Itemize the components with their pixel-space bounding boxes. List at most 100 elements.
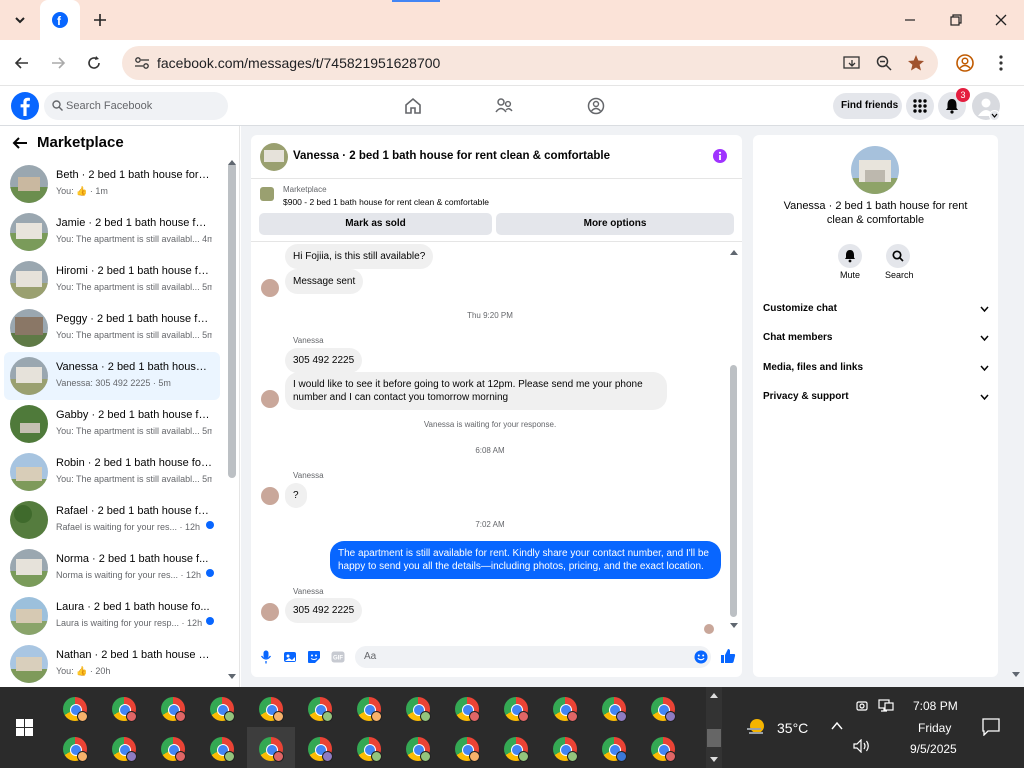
groups-icon[interactable] bbox=[587, 97, 605, 115]
profile-badge-icon bbox=[616, 751, 627, 762]
browser-menu-button[interactable] bbox=[995, 54, 1007, 72]
message-input[interactable]: Aa bbox=[355, 646, 711, 668]
marketplace-label: Marketplace bbox=[283, 185, 327, 194]
profile-badge-icon bbox=[126, 711, 137, 722]
page-scroll-down-arrow[interactable] bbox=[1012, 672, 1020, 677]
mute-label: Mute bbox=[840, 270, 861, 280]
listing-thumbnail bbox=[260, 187, 274, 201]
conversation-item[interactable]: Jamie · 2 bed 1 bath house for r... You: … bbox=[4, 208, 220, 256]
microphone-icon[interactable] bbox=[260, 650, 272, 664]
home-icon[interactable] bbox=[404, 97, 422, 115]
windows-start-icon[interactable] bbox=[16, 719, 33, 736]
conversation-item[interactable]: Beth · 2 bed 1 bath house for re... You: … bbox=[4, 160, 220, 208]
scroll-up-arrow[interactable] bbox=[228, 160, 236, 165]
zoom-icon[interactable] bbox=[876, 55, 892, 71]
more-options-button[interactable]: More options bbox=[496, 213, 734, 235]
forward-button[interactable] bbox=[50, 55, 66, 71]
scroll-up-arrow[interactable] bbox=[730, 250, 738, 255]
reload-button[interactable] bbox=[86, 55, 102, 71]
sticker-icon[interactable] bbox=[307, 650, 321, 664]
profile-button[interactable] bbox=[956, 54, 974, 72]
conversation-item[interactable]: Laura · 2 bed 1 bath house fo... Laura is… bbox=[4, 592, 220, 640]
volume-icon[interactable] bbox=[853, 739, 871, 753]
avatar bbox=[10, 405, 48, 443]
conversation-item[interactable]: Hiromi · 2 bed 1 bath house for... You: T… bbox=[4, 256, 220, 304]
menu-button[interactable] bbox=[906, 92, 934, 120]
avatar bbox=[10, 165, 48, 203]
friends-icon[interactable] bbox=[495, 97, 513, 115]
notification-center-icon[interactable] bbox=[982, 718, 1000, 736]
back-arrow-icon[interactable] bbox=[12, 136, 28, 150]
chat-avatar[interactable] bbox=[260, 143, 288, 171]
chevron-up-icon[interactable] bbox=[831, 721, 843, 731]
tab-search-button[interactable] bbox=[12, 12, 28, 28]
sender-name: Vanessa bbox=[293, 587, 324, 596]
taskbar-scroll[interactable] bbox=[706, 687, 722, 768]
network-icon[interactable] bbox=[878, 699, 894, 713]
camera-icon[interactable] bbox=[856, 699, 868, 713]
conversation-item[interactable]: Nathan · 2 bed 1 bath house fo... You: 👍 … bbox=[4, 640, 220, 687]
privacy-support-row[interactable]: Privacy & support bbox=[763, 391, 989, 411]
sender-avatar bbox=[261, 603, 279, 621]
conversation-item[interactable]: Robin · 2 bed 1 bath house for ... You: T… bbox=[4, 448, 220, 496]
conversation-name: Vanessa · 2 bed 1 bath house fo... bbox=[56, 361, 212, 373]
photo-icon[interactable] bbox=[283, 650, 297, 664]
emoji-icon[interactable] bbox=[694, 650, 708, 664]
weather-temperature[interactable]: 35°C bbox=[777, 720, 808, 736]
profile-badge-icon bbox=[175, 751, 186, 762]
search-placeholder: Search Facebook bbox=[66, 100, 153, 112]
facebook-search[interactable]: Search Facebook bbox=[44, 92, 228, 120]
windows-taskbar: 35°C 7:08 PM Friday 9/5/2025 bbox=[0, 687, 1024, 768]
scroll-down-arrow[interactable] bbox=[228, 674, 236, 679]
customize-chat-row[interactable]: Customize chat bbox=[763, 303, 989, 323]
restore-button[interactable] bbox=[948, 12, 964, 28]
profile-badge-icon bbox=[322, 751, 333, 762]
account-avatar[interactable] bbox=[972, 92, 1000, 121]
sender-avatar bbox=[261, 279, 279, 297]
like-thumb-icon[interactable] bbox=[720, 648, 736, 664]
chat-title[interactable]: Vanessa · 2 bed 1 bath house for rent cl… bbox=[293, 150, 610, 162]
unread-dot bbox=[206, 617, 214, 625]
clock-time[interactable]: 7:08 PM bbox=[913, 699, 958, 713]
kebab-menu-icon bbox=[999, 55, 1003, 71]
scroll-down-arrow[interactable] bbox=[730, 623, 738, 628]
contact-name-line: Vanessa · 2 bed 1 bath house for rent bbox=[783, 200, 968, 212]
conversation-item[interactable]: Rafael · 2 bed 1 bath house fo... Rafael … bbox=[4, 496, 220, 544]
bookmark-star-icon[interactable] bbox=[907, 54, 925, 72]
gif-icon[interactable]: GIF bbox=[331, 651, 345, 663]
conversation-item[interactable]: Peggy · 2 bed 1 bath house for ... You: T… bbox=[4, 304, 220, 352]
close-window-button[interactable] bbox=[993, 12, 1009, 28]
mark-as-sold-button[interactable]: Mark as sold bbox=[259, 213, 492, 235]
marketplace-title: Marketplace bbox=[37, 134, 124, 151]
scrollbar-thumb[interactable] bbox=[228, 162, 236, 478]
chevron-down-icon bbox=[980, 335, 989, 342]
media-files-links-row[interactable]: Media, files and links bbox=[763, 362, 989, 382]
install-app-icon[interactable] bbox=[843, 55, 861, 71]
weather-sun-icon[interactable] bbox=[745, 715, 769, 737]
mute-button[interactable] bbox=[838, 244, 862, 268]
search-conversation-button[interactable] bbox=[886, 244, 910, 268]
notification-count-badge: 3 bbox=[956, 88, 970, 102]
message-input-placeholder: Aa bbox=[364, 651, 377, 662]
new-tab-button[interactable] bbox=[92, 12, 108, 28]
profile-badge-icon bbox=[469, 751, 480, 762]
find-friends-button[interactable]: Find friends bbox=[833, 93, 902, 119]
conversation-item[interactable]: Gabby · 2 bed 1 bath house for ... You: T… bbox=[4, 400, 220, 448]
minimize-button[interactable] bbox=[902, 12, 918, 28]
facebook-logo-icon[interactable] bbox=[11, 92, 39, 120]
conversation-item[interactable]: Norma · 2 bed 1 bath house f... Norma is … bbox=[4, 544, 220, 592]
conversation-item-active[interactable]: Vanessa · 2 bed 1 bath house fo... Vaness… bbox=[4, 352, 220, 400]
listing-title[interactable]: $900 - 2 bed 1 bath house for rent clean… bbox=[283, 197, 489, 207]
conversation-name: Laura · 2 bed 1 bath house fo... bbox=[56, 601, 210, 613]
profile-badge-icon bbox=[567, 711, 578, 722]
unread-dot bbox=[206, 569, 214, 577]
address-bar[interactable]: facebook.com/messages/t/745821951628700 bbox=[122, 46, 938, 80]
chat-scrollbar-thumb[interactable] bbox=[730, 365, 737, 617]
row-label: Privacy & support bbox=[763, 391, 849, 402]
info-icon[interactable] bbox=[713, 149, 727, 163]
browser-tab[interactable]: f bbox=[40, 0, 80, 40]
profile-badge-icon bbox=[420, 751, 431, 762]
chat-members-row[interactable]: Chat members bbox=[763, 332, 989, 352]
back-button[interactable] bbox=[14, 55, 30, 71]
avatar bbox=[10, 597, 48, 635]
